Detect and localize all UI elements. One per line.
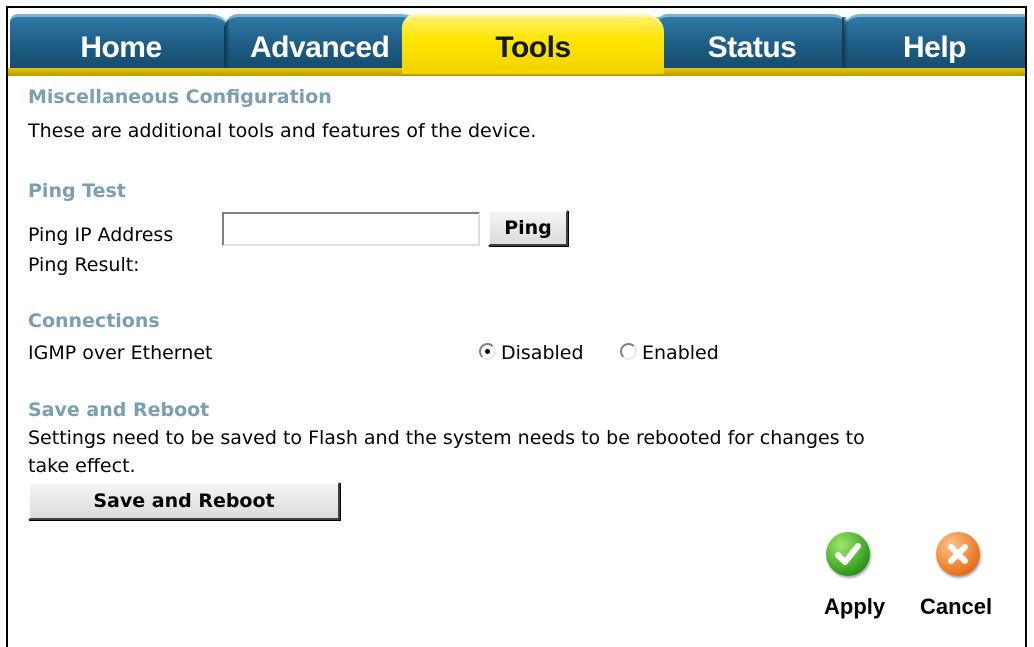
tab-home[interactable]: Home [10, 14, 232, 74]
ping-result-label: Ping Result: [28, 254, 140, 276]
apply-icon[interactable] [826, 532, 870, 576]
tab-bar: Home Advanced Status Help Tools [8, 8, 1025, 76]
tab-status[interactable]: Status [654, 14, 850, 74]
tab-tools[interactable]: Tools [402, 14, 664, 74]
save-and-reboot-label: Save and Reboot [93, 490, 275, 512]
igmp-label: IGMP over Ethernet [28, 342, 213, 364]
tab-help[interactable]: Help [842, 14, 1025, 74]
misc-title: Miscellaneous Configuration [28, 86, 332, 108]
cancel-icon[interactable] [936, 532, 980, 576]
apply-button[interactable]: Apply [824, 594, 885, 620]
igmp-disabled-radio[interactable] [479, 343, 496, 360]
tab-advanced[interactable]: Advanced [224, 14, 420, 74]
checkmark-icon [835, 543, 861, 565]
ping-ip-input[interactable] [222, 212, 480, 246]
tab-help-label: Help [902, 30, 967, 64]
radio-selected-dot [485, 349, 490, 354]
connections-title: Connections [28, 310, 160, 332]
ping-ip-label: Ping IP Address [28, 224, 174, 246]
ping-title: Ping Test [28, 180, 126, 202]
igmp-enabled-label: Enabled [642, 342, 719, 364]
tab-advanced-label: Advanced [250, 30, 390, 64]
igmp-disabled-label: Disabled [501, 342, 584, 364]
igmp-enabled-radio[interactable] [620, 343, 637, 360]
ping-button[interactable]: Ping [488, 210, 568, 246]
reboot-description-line1: Settings need to be saved to Flash and t… [28, 427, 865, 449]
x-mark-icon [948, 544, 968, 564]
ping-button-label: Ping [504, 217, 552, 239]
tab-tools-label: Tools [495, 30, 571, 64]
cancel-button[interactable]: Cancel [920, 594, 992, 620]
tab-home-label: Home [80, 30, 162, 64]
reboot-title: Save and Reboot [28, 399, 210, 421]
save-and-reboot-button[interactable]: Save and Reboot [28, 482, 340, 520]
tab-status-label: Status [707, 30, 797, 64]
reboot-description-line2: take effect. [28, 455, 136, 477]
misc-description: These are additional tools and features … [28, 120, 537, 142]
